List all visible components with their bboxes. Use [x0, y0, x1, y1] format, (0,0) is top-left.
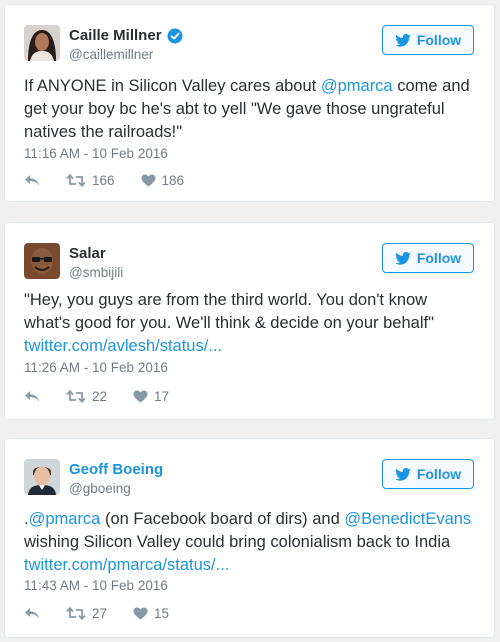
avatar[interactable]	[24, 459, 60, 495]
like-heart-icon	[133, 390, 148, 403]
follow-button[interactable]: Follow	[382, 459, 474, 489]
tweet-card-caille: Caille Millner @caillemillner Follow If …	[4, 4, 495, 202]
like-heart-icon	[141, 174, 156, 187]
like-button[interactable]: 15	[133, 606, 169, 621]
reply-icon	[24, 174, 40, 187]
tweet-actions: 27 15	[24, 606, 195, 621]
twitter-bird-icon	[395, 251, 411, 265]
mention-link[interactable]: @pmarca	[29, 510, 101, 528]
follow-label: Follow	[416, 32, 462, 48]
author-row: Salar	[69, 245, 106, 262]
tweet-actions: 22 17	[24, 389, 195, 404]
like-heart-icon	[133, 607, 148, 620]
retweet-button[interactable]: 166	[66, 173, 115, 188]
tweet-card-geoff: Geoff Boeing @gboeing Follow .@pmarca (o…	[4, 438, 495, 638]
tweet-text-part: (on Facebook board of dirs) and	[100, 510, 345, 528]
avatar[interactable]	[24, 243, 60, 279]
tweet-text: "Hey, you guys are from the third world.…	[24, 289, 474, 358]
author-name[interactable]: Caille Millner	[69, 27, 162, 44]
follow-button[interactable]: Follow	[382, 243, 474, 273]
tweet-actions: 166 186	[24, 173, 210, 188]
retweet-count: 27	[92, 606, 108, 621]
tweet-text: If ANYONE in Silicon Valley cares about …	[24, 75, 474, 144]
tweet-timestamp[interactable]: 11:43 AM - 10 Feb 2016	[24, 578, 168, 593]
author-handle[interactable]: @caillemillner	[69, 47, 153, 62]
retweet-button[interactable]: 27	[66, 606, 107, 621]
retweet-icon	[66, 174, 86, 187]
retweet-button[interactable]: 22	[66, 389, 107, 404]
author-row: Geoff Boeing	[69, 461, 163, 478]
mention-link[interactable]: @pmarca	[321, 77, 393, 95]
author-name[interactable]: Geoff Boeing	[69, 461, 163, 478]
retweet-count: 22	[92, 389, 108, 404]
retweet-icon	[66, 607, 86, 620]
reply-icon	[24, 390, 40, 403]
like-count: 186	[161, 173, 185, 188]
tweet-link[interactable]: twitter.com/avlesh/status/...	[24, 337, 222, 355]
tweet-text-part: If ANYONE in Silicon Valley cares about	[24, 77, 321, 95]
tweet-timestamp[interactable]: 11:26 AM - 10 Feb 2016	[24, 360, 168, 375]
author-name[interactable]: Salar	[69, 245, 106, 262]
author-row: Caille Millner	[69, 27, 183, 44]
tweet-link[interactable]: twitter.com/pmarca/status/...	[24, 556, 229, 574]
twitter-bird-icon	[395, 33, 411, 47]
follow-label: Follow	[416, 466, 462, 482]
tweet-text-part: wishing Silicon Valley could bring colon…	[24, 533, 451, 551]
tweet-card-salar: Salar @smbijili Follow "Hey, you guys ar…	[4, 222, 495, 420]
reply-button[interactable]	[24, 607, 40, 620]
reply-icon	[24, 607, 40, 620]
like-count: 15	[154, 606, 170, 621]
mention-link[interactable]: @BenedictEvans	[344, 510, 471, 528]
author-handle[interactable]: @smbijili	[69, 265, 123, 280]
retweet-icon	[66, 390, 86, 403]
tweet-timestamp[interactable]: 11:16 AM - 10 Feb 2016	[24, 146, 168, 161]
follow-label: Follow	[416, 250, 462, 266]
like-button[interactable]: 17	[133, 389, 169, 404]
verified-badge-icon	[167, 28, 183, 44]
twitter-bird-icon	[395, 467, 411, 481]
tweet-text-part: "Hey, you guys are from the third world.…	[24, 291, 434, 332]
retweet-count: 166	[92, 173, 115, 188]
author-handle[interactable]: @gboeing	[69, 481, 131, 496]
tweet-text: .@pmarca (on Facebook board of dirs) and…	[24, 508, 474, 577]
follow-button[interactable]: Follow	[382, 25, 474, 55]
avatar[interactable]	[24, 25, 60, 61]
reply-button[interactable]	[24, 390, 40, 403]
reply-button[interactable]	[24, 174, 40, 187]
like-count: 17	[154, 389, 170, 404]
like-button[interactable]: 186	[141, 173, 185, 188]
